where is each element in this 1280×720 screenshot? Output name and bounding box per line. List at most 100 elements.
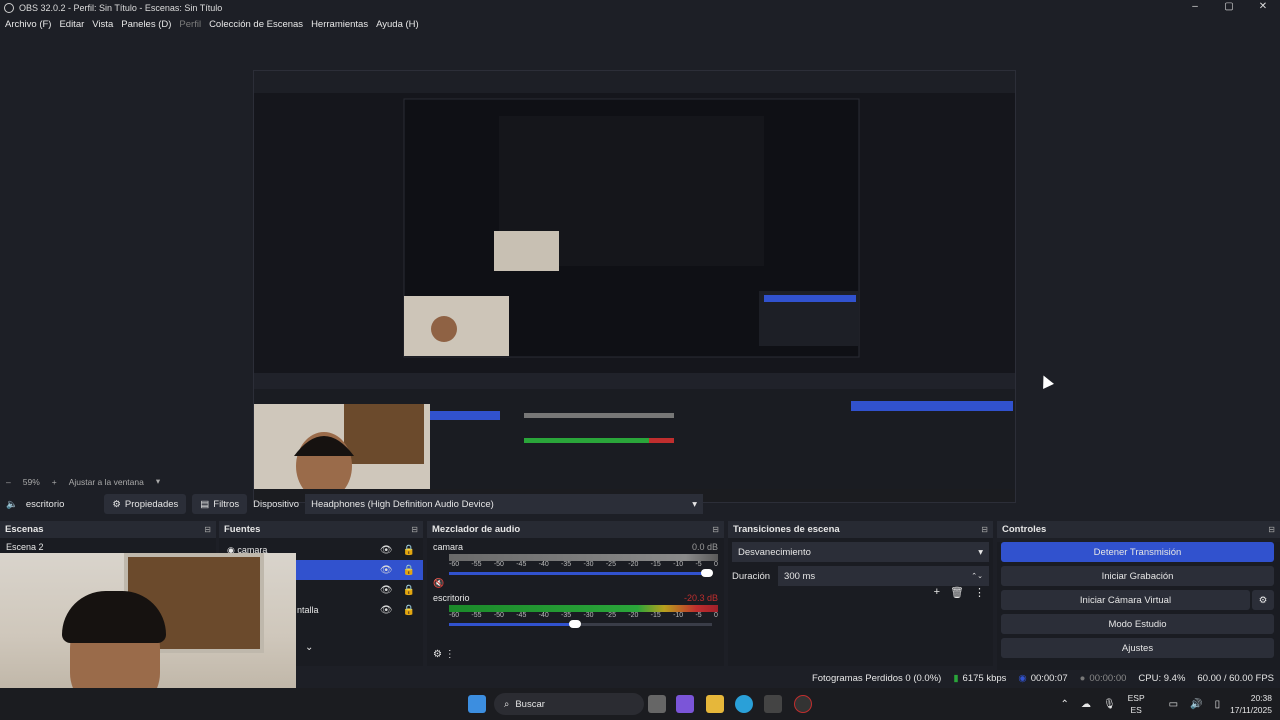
- menu-herramientas[interactable]: Herramientas: [311, 19, 368, 30]
- meter-scale: -60 -55 -50 -45 -40 -35 -30 -25 -20 -15 -10 -5 0: [449, 612, 718, 619]
- muted-speaker-icon[interactable]: 🔇: [433, 578, 444, 589]
- volume-slider-knob[interactable]: [569, 620, 582, 628]
- window-title: OBS 32.0.2 - Perfil: Sin Título - Escena…: [19, 2, 223, 13]
- volume-slider[interactable]: [449, 620, 712, 628]
- fit-window-select[interactable]: Ajustar a la ventana: [69, 477, 144, 487]
- clock-time: 20:38: [1250, 693, 1272, 703]
- transitions-dock: Transiciones de escena ⊟ Desvanecimiento…: [728, 521, 993, 666]
- mixer-settings-icon[interactable]: ⚙ ⋮: [433, 649, 455, 660]
- menu-coleccion[interactable]: Colección de Escenas: [209, 19, 303, 30]
- edge-icon[interactable]: [735, 695, 753, 713]
- settings-button[interactable]: Ajustes: [1001, 638, 1274, 658]
- source-toolbar: 🔈 escritorio ⚙ Propiedades ▤ Filtros Dis…: [0, 492, 1280, 516]
- device-label: Dispositivo: [253, 498, 300, 510]
- chevron-down-icon: ▾: [978, 546, 983, 558]
- virtual-camera-settings-icon[interactable]: ⚙: [1252, 590, 1274, 610]
- zoom-in-button[interactable]: +: [52, 477, 57, 487]
- transition-value: Desvanecimiento: [738, 546, 811, 558]
- transition-select[interactable]: Desvanecimiento ▾: [732, 542, 989, 562]
- minimize-button[interactable]: –: [1178, 0, 1212, 14]
- speaker-icon: 🔈: [6, 498, 18, 510]
- cpu-usage: CPU: 9.4%: [1138, 672, 1186, 684]
- menu-editar[interactable]: Editar: [59, 19, 84, 30]
- filters-label: Filtros: [213, 498, 240, 510]
- duration-spinbox[interactable]: 300 ms ⌃⌄: [778, 566, 989, 586]
- start-recording-button[interactable]: Iniciar Grabación: [1001, 566, 1274, 586]
- chevron-down-icon[interactable]: ▾: [156, 476, 160, 487]
- properties-button[interactable]: ⚙ Propiedades: [104, 494, 187, 514]
- windows-start-icon[interactable]: [468, 695, 486, 713]
- gear-icon: ⚙: [112, 498, 121, 510]
- spin-arrows-icon[interactable]: ⌃⌄: [971, 572, 983, 580]
- program-preview[interactable]: [253, 70, 1016, 503]
- filters-button[interactable]: ▤ Filtros: [192, 494, 248, 514]
- menu-ayuda[interactable]: Ayuda (H): [376, 19, 419, 30]
- search-label: Buscar: [515, 698, 545, 710]
- close-button[interactable]: ✕: [1246, 0, 1280, 14]
- bitrate: 6175 kbps: [962, 672, 1007, 684]
- mixer-track-escritorio: escritorio -20.3 dB -60 -55 -50 -45 -40 -35 -3…: [427, 589, 724, 628]
- mouse-cursor: [1038, 373, 1054, 389]
- file-explorer-icon[interactable]: [706, 695, 724, 713]
- cloud-icon[interactable]: ☁: [1081, 699, 1091, 710]
- transitions-title: Transiciones de escena: [733, 524, 840, 535]
- recursive-preview-image: [254, 71, 1015, 502]
- eye-icon[interactable]: 👁: [380, 565, 393, 576]
- selected-source-name: escritorio: [25, 498, 65, 510]
- lock-icon[interactable]: 🔒: [403, 565, 415, 576]
- duration-value: 300 ms: [784, 570, 816, 582]
- dock-menu-icon[interactable]: ⊟: [1268, 525, 1275, 534]
- studio-mode-button[interactable]: Modo Estudio: [1001, 614, 1274, 634]
- obs-taskbar-icon[interactable]: [794, 695, 812, 713]
- stop-stream-button[interactable]: Detener Transmisión: [1001, 542, 1274, 562]
- dock-menu-icon[interactable]: ⊟: [204, 525, 211, 534]
- copilot-icon[interactable]: [676, 695, 694, 713]
- controls-dock: Controles ⊟ Detener Transmisión Iniciar …: [997, 521, 1280, 670]
- chevron-up-icon[interactable]: ⌃: [1061, 699, 1069, 710]
- eye-icon[interactable]: 👁: [380, 545, 393, 556]
- duration-label: Duración: [732, 570, 771, 582]
- signal-icon: ▮: [953, 672, 959, 684]
- menu-paneles[interactable]: Paneles (D): [121, 19, 171, 30]
- task-view-icon[interactable]: [648, 695, 666, 713]
- lock-icon[interactable]: 🔒: [403, 545, 415, 556]
- eye-icon[interactable]: 👁: [380, 605, 393, 616]
- add-icon[interactable]: +: [934, 586, 940, 599]
- menu-archivo[interactable]: Archivo (F): [5, 19, 51, 30]
- battery-icon[interactable]: ▯: [1215, 699, 1221, 710]
- clock[interactable]: 20:38 17/11/2025: [1230, 692, 1272, 716]
- mic-icon[interactable]: 🎙: [1103, 699, 1116, 710]
- dock-menu-icon[interactable]: ⊟: [712, 525, 719, 534]
- device-select[interactable]: Headphones (High Definition Audio Device…: [305, 494, 704, 514]
- zoom-out-button[interactable]: –: [6, 477, 11, 487]
- volume-slider[interactable]: [449, 569, 713, 577]
- meter-scale: -60 -55 -50 -45 -40 -35 -30 -25 -20 -15 -10 -5 0: [449, 561, 718, 568]
- volume-slider-fill: [449, 572, 707, 575]
- trash-icon[interactable]: 🗑: [950, 586, 964, 599]
- stream-time: 00:00:07: [1030, 672, 1068, 684]
- clock-date: 17/11/2025: [1230, 705, 1272, 715]
- volume-meter: [449, 554, 718, 561]
- dock-menu-icon[interactable]: ⊟: [981, 525, 988, 534]
- chevron-down-icon[interactable]: ⌄: [305, 642, 313, 653]
- store-icon[interactable]: [764, 695, 782, 713]
- menu-vista[interactable]: Vista: [92, 19, 113, 30]
- device-value: Headphones (High Definition Audio Device…: [311, 498, 494, 510]
- lock-icon[interactable]: 🔒: [403, 585, 415, 596]
- preview-area: [0, 33, 1280, 503]
- volume-icon[interactable]: 🔊: [1190, 699, 1202, 710]
- network-icon[interactable]: ▭: [1169, 699, 1178, 710]
- more-icon[interactable]: ⋮: [974, 586, 985, 599]
- lock-icon[interactable]: 🔒: [403, 605, 415, 616]
- eye-icon[interactable]: 👁: [380, 585, 393, 596]
- taskbar-search[interactable]: ⌕ Buscar: [494, 693, 644, 715]
- properties-label: Propiedades: [124, 498, 179, 510]
- system-tray: ⌃ ☁ 🎙 ESP ES ▭ 🔊 ▯ 20:38 17/11/2025: [1049, 692, 1272, 716]
- track-name: camara: [433, 542, 464, 552]
- status-bar: Fotogramas Perdidos 0 (0.0%) ▮ 6175 kbps…: [0, 668, 1280, 688]
- maximize-button[interactable]: ▢: [1212, 0, 1246, 14]
- start-virtual-camera-button[interactable]: Iniciar Cámara Virtual: [1001, 590, 1250, 610]
- language-indicator[interactable]: ESP ES: [1128, 692, 1145, 716]
- dock-menu-icon[interactable]: ⊟: [411, 525, 418, 534]
- volume-slider-knob[interactable]: [700, 569, 713, 577]
